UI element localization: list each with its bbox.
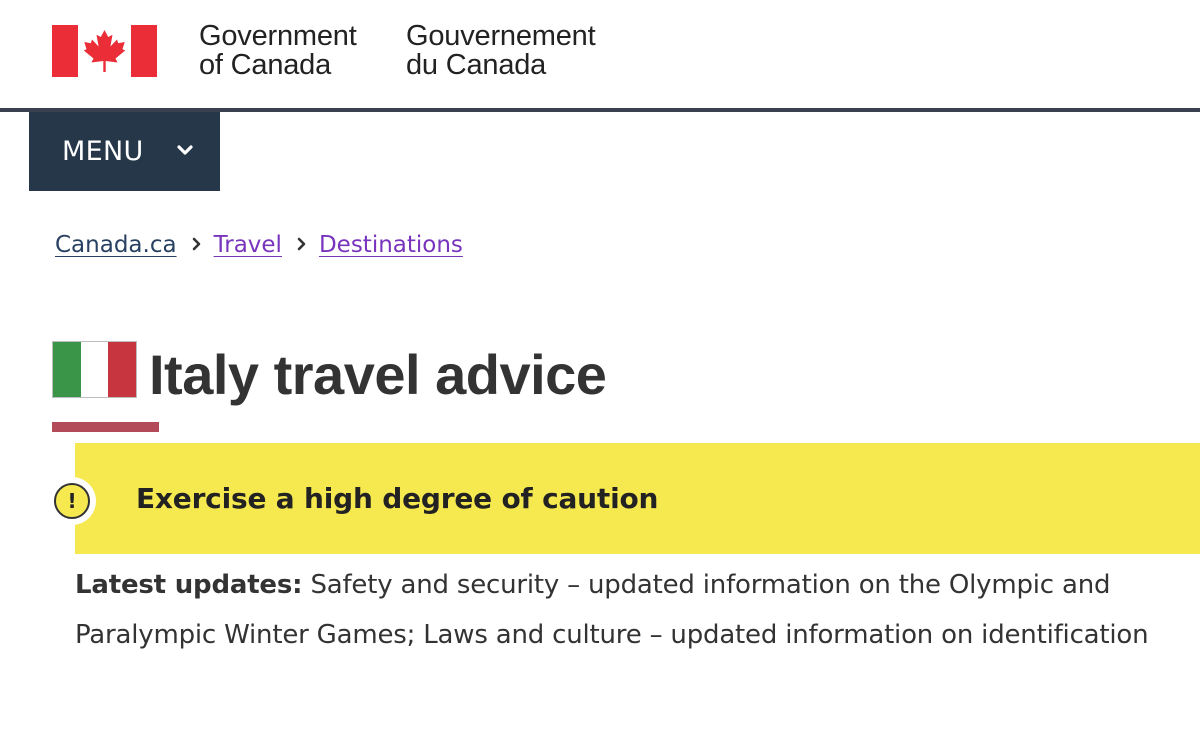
breadcrumb-travel[interactable]: Travel [214, 232, 282, 258]
breadcrumb: Canada.ca Travel Destinations [55, 229, 463, 263]
chevron-right-icon [297, 237, 306, 251]
flag-stripe-green [53, 342, 81, 397]
chevron-down-icon [177, 145, 193, 155]
wordmark-fr-line1: Gouvernement [406, 20, 596, 52]
flag-stripe-white [80, 342, 109, 397]
menu-label: MENU [62, 136, 144, 167]
title-underline [52, 422, 159, 432]
site-header: Government of Canada Gouvernement du Can… [0, 0, 1200, 108]
breadcrumb-canada-ca[interactable]: Canada.ca [55, 232, 177, 258]
exclamation-icon-inner: ! [54, 483, 90, 519]
latest-updates-label: Latest updates: [75, 570, 303, 600]
italy-flag-icon [52, 341, 137, 398]
latest-updates: Latest updates: Safety and security – up… [75, 560, 1175, 660]
wordmark-en-line1: Government [199, 20, 357, 52]
flag-stripe-red [108, 342, 136, 397]
breadcrumb-destinations[interactable]: Destinations [319, 232, 463, 258]
canada-flag-icon[interactable] [52, 25, 157, 77]
page-title: Italy travel advice [149, 343, 607, 406]
menu-button[interactable]: MENU [29, 112, 220, 191]
wordmark-en-line2: of Canada [199, 49, 332, 81]
wordmark-french: Gouvernement du Canada [406, 20, 596, 81]
exclamation-icon: ! [48, 477, 96, 525]
chevron-right-icon [192, 237, 200, 251]
wordmark-fr-line2: du Canada [406, 49, 547, 81]
wordmark-english: Government of Canada [199, 22, 357, 80]
advisory-level: Exercise a high degree of caution [136, 482, 659, 515]
